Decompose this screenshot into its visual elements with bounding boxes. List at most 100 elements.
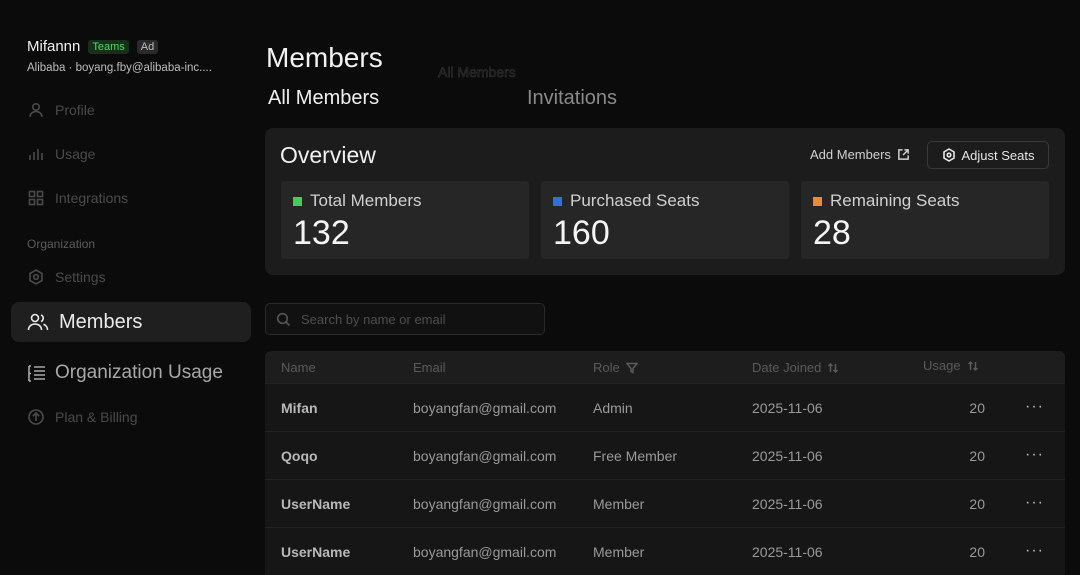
remaining-seats-indicator xyxy=(813,196,822,206)
stat-label-text: Remaining Seats xyxy=(830,191,960,210)
col-usage-header[interactable]: Usage xyxy=(923,358,979,373)
members-table: Name Email Role Date Joined Usage Mifan … xyxy=(265,351,1065,575)
sort-icon[interactable] xyxy=(827,362,839,374)
cell-usage: 20 xyxy=(969,400,985,416)
grid-icon xyxy=(28,190,44,206)
cell-name: UserName xyxy=(281,544,351,560)
stat-label-text: Total Members xyxy=(310,191,422,210)
account-subtitle: Alibaba · boyang.fby@alibaba-inc.... xyxy=(27,62,212,74)
cell-name: Qoqo xyxy=(281,448,318,464)
cell-date: 2025-11-06 xyxy=(752,544,823,560)
cell-role: Free Member xyxy=(593,448,678,464)
sidebar-item-label: Organization Usage xyxy=(55,362,223,383)
stat-label-text: Purchased Seats xyxy=(570,191,700,210)
cell-usage: 20 xyxy=(969,448,985,464)
row-more-icon[interactable]: ··· xyxy=(1025,542,1044,560)
sidebar-item-label: Settings xyxy=(55,269,106,285)
ad-badge: Ad xyxy=(136,39,159,54)
cell-name: UserName xyxy=(281,496,351,512)
tab-all-members[interactable]: All Members xyxy=(268,87,379,110)
stat-value: 28 xyxy=(813,214,851,252)
gear-icon xyxy=(29,269,43,285)
stat-card-purchased-seats: Purchased Seats 160 xyxy=(541,181,789,259)
external-link-icon xyxy=(898,149,909,160)
sidebar-item-label: Members xyxy=(59,310,143,333)
cell-email: boyangfan@gmail.com xyxy=(413,400,557,416)
user-icon xyxy=(29,102,43,118)
sidebar: Mifannn Teams Ad Alibaba · boyang.fby@al… xyxy=(0,0,262,575)
cell-date: 2025-11-06 xyxy=(752,496,823,512)
sidebar-item-members[interactable]: Members xyxy=(11,302,251,342)
search-input[interactable] xyxy=(299,310,533,328)
stat-label: Total Members xyxy=(293,191,421,211)
stat-value: 160 xyxy=(553,214,610,252)
col-usage-label: Usage xyxy=(923,358,961,373)
col-role-header[interactable]: Role xyxy=(593,360,638,375)
table-row[interactable]: Mifan boyangfan@gmail.com Admin 2025-11-… xyxy=(265,383,1065,432)
bar-chart-icon xyxy=(29,149,43,160)
sidebar-item-label: Usage xyxy=(55,146,96,162)
col-email-label: Email xyxy=(413,360,446,375)
ghost-label: All Members xyxy=(438,64,516,81)
sidebar-item-settings[interactable]: Settings xyxy=(27,268,106,286)
table-row[interactable]: Qoqo boyangfan@gmail.com Free Member 202… xyxy=(265,431,1065,480)
users-icon xyxy=(27,313,49,331)
cell-date: 2025-11-06 xyxy=(752,448,823,464)
cell-email: boyangfan@gmail.com xyxy=(413,448,557,464)
stat-label: Purchased Seats xyxy=(553,191,699,211)
stat-card-remaining-seats: Remaining Seats 28 xyxy=(801,181,1049,259)
arrow-up-circle-icon xyxy=(28,409,44,425)
sidebar-item-organization-usage[interactable]: Organization Usage xyxy=(27,362,223,384)
list-icon xyxy=(28,365,45,382)
cell-role: Admin xyxy=(593,400,633,416)
sidebar-item-usage[interactable]: Usage xyxy=(27,145,95,163)
cell-name: Mifan xyxy=(281,400,318,416)
sidebar-item-label: Profile xyxy=(55,102,95,118)
col-name-header: Name xyxy=(281,360,316,375)
cell-date: 2025-11-06 xyxy=(752,400,823,416)
stat-label: Remaining Seats xyxy=(813,191,959,211)
cell-usage: 20 xyxy=(969,544,985,560)
sort-icon[interactable] xyxy=(967,360,979,372)
cell-usage: 20 xyxy=(969,496,985,512)
tab-invitations[interactable]: Invitations xyxy=(527,87,617,110)
total-members-indicator xyxy=(293,196,302,206)
overview-panel: Overview Add Members Adjust Seats Total … xyxy=(265,128,1065,275)
cell-role: Member xyxy=(593,544,645,560)
cell-role: Member xyxy=(593,496,645,512)
row-more-icon[interactable]: ··· xyxy=(1025,446,1044,464)
sidebar-item-profile[interactable]: Profile xyxy=(27,101,95,119)
table-header: Name Email Role Date Joined Usage xyxy=(265,351,1065,383)
cell-email: boyangfan@gmail.com xyxy=(413,496,557,512)
teams-badge: Teams xyxy=(88,39,129,54)
table-row[interactable]: UserName boyangfan@gmail.com Member 2025… xyxy=(265,479,1065,528)
purchased-seats-indicator xyxy=(553,196,562,206)
col-role-label: Role xyxy=(593,360,620,375)
add-members-label: Add Members xyxy=(810,147,891,162)
filter-icon[interactable] xyxy=(625,362,638,374)
stat-card-total-members: Total Members 132 xyxy=(281,181,529,259)
cell-email: boyangfan@gmail.com xyxy=(413,544,557,560)
adjust-seats-button[interactable]: Adjust Seats xyxy=(927,141,1049,169)
adjust-seats-label: Adjust Seats xyxy=(961,147,1035,163)
row-more-icon[interactable]: ··· xyxy=(1025,494,1044,512)
search-icon xyxy=(276,312,291,326)
stat-value: 132 xyxy=(293,214,350,252)
hexagon-settings-icon xyxy=(942,148,955,162)
account-name: Mifannn xyxy=(27,38,81,55)
col-email-header: Email xyxy=(413,360,446,375)
sidebar-item-plan-billing[interactable]: Plan & Billing xyxy=(27,408,138,426)
sidebar-item-integrations[interactable]: Integrations xyxy=(27,189,128,207)
page-title: Members xyxy=(266,42,383,73)
sidebar-item-label: Integrations xyxy=(55,190,129,206)
overview-title: Overview xyxy=(280,142,376,168)
col-date-header[interactable]: Date Joined xyxy=(752,360,839,375)
col-name-label: Name xyxy=(281,360,316,375)
row-more-icon[interactable]: ··· xyxy=(1025,398,1044,416)
sidebar-item-label: Plan & Billing xyxy=(55,409,138,425)
add-members-link[interactable]: Add Members xyxy=(810,147,910,162)
sidebar-section-organization: Organization xyxy=(27,237,96,251)
table-row[interactable]: UserName boyangfan@gmail.com Member 2025… xyxy=(265,527,1065,575)
account-header[interactable]: Mifannn Teams Ad xyxy=(27,38,159,55)
col-date-label: Date Joined xyxy=(752,360,822,375)
